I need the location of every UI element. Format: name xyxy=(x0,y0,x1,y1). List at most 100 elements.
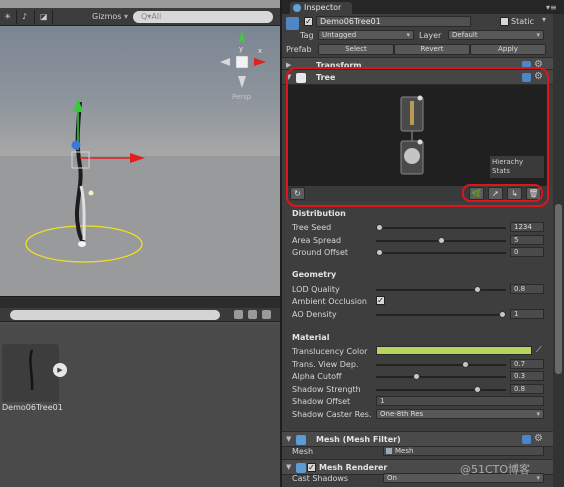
lod-quality-slider[interactable] xyxy=(376,289,506,291)
shadow-strength-label: Shadow Strength xyxy=(292,385,361,394)
mesh-label: Mesh xyxy=(292,447,314,456)
alpha-cutoff-slider[interactable] xyxy=(376,376,506,378)
orientation-z-cone-icon[interactable] xyxy=(238,76,246,88)
inspector-panel: Inspector ▾≡ ✓ Demo06Tree01 Static ▾ Tag… xyxy=(282,0,564,487)
mesh-renderer-title: Mesh Renderer xyxy=(319,463,388,472)
project-toolbar xyxy=(0,308,280,322)
inspector-tabbar: Inspector ▾≡ xyxy=(282,0,564,14)
tag-dropdown[interactable]: Untagged xyxy=(318,30,414,40)
ao-density-slider[interactable] xyxy=(376,314,506,316)
orientation-y-label: y xyxy=(239,45,243,53)
prefab-apply-button[interactable]: Apply xyxy=(470,44,546,55)
mesh-filter-component-header[interactable]: ▼ Mesh (Mesh Filter) ⚙ xyxy=(282,431,564,447)
gameobject-cube-icon xyxy=(286,17,299,30)
effects-toggle-icon[interactable]: ◪ xyxy=(40,11,48,23)
object-name-field[interactable]: Demo06Tree01 xyxy=(316,16,471,27)
trans-view-dep-slider[interactable] xyxy=(376,364,506,366)
prefab-label: Prefab xyxy=(286,45,312,54)
toolbar-separator xyxy=(34,10,35,24)
gizmo-z-handle[interactable] xyxy=(71,140,81,150)
inspector-scrollbar-thumb[interactable] xyxy=(555,204,562,374)
area-spread-field[interactable]: 5 xyxy=(510,234,544,245)
tree-asset-thumbnail[interactable] xyxy=(2,344,59,402)
project-tabbar xyxy=(0,296,280,308)
ground-offset-field[interactable]: 0 xyxy=(510,247,544,257)
tree-seed-slider-thumb[interactable] xyxy=(376,224,383,231)
watermark: @51CTO博客 xyxy=(460,463,531,476)
gizmo-x-arrow-icon[interactable] xyxy=(130,153,145,163)
ambient-occlusion-checkbox[interactable]: ✓ xyxy=(376,296,385,305)
orientation-x-label: x xyxy=(258,47,262,55)
gizmos-dropdown-arrow-icon[interactable]: ▾ xyxy=(124,11,128,23)
scene-viewport[interactable]: y x Persp xyxy=(0,26,280,296)
shadow-offset-field[interactable]: 1 xyxy=(376,396,544,406)
mesh-renderer-enabled-checkbox[interactable]: ✓ xyxy=(307,463,316,472)
orientation-center-cube[interactable] xyxy=(235,55,249,69)
lod-quality-field[interactable]: 0.8 xyxy=(510,284,544,294)
prefab-revert-button[interactable]: Revert xyxy=(394,44,470,55)
ao-density-field[interactable]: 1 xyxy=(510,309,544,319)
scene-view[interactable]: y x Persp ☀ ♪ ◪ Gizmos ▾ Q▾All xyxy=(0,0,280,296)
static-dropdown-arrow-icon[interactable]: ▾ xyxy=(542,15,546,24)
mesh-filter-gear-icon[interactable]: ⚙ xyxy=(534,433,543,444)
orientation-x-cone-icon[interactable] xyxy=(254,58,266,66)
trans-view-dep-slider-thumb[interactable] xyxy=(462,361,470,368)
light-probe-icon xyxy=(88,190,94,196)
tree-trunk-highlight xyxy=(79,185,86,241)
area-spread-slider-thumb[interactable] xyxy=(437,236,445,244)
alpha-cutoff-slider-thumb[interactable] xyxy=(412,373,420,380)
shadow-strength-slider-thumb[interactable] xyxy=(474,386,482,393)
tree-seed-field[interactable]: 1234 xyxy=(510,222,544,232)
active-checkbox[interactable]: ✓ xyxy=(304,17,313,26)
ao-density-slider-thumb[interactable] xyxy=(499,311,506,318)
filter-by-label-icon[interactable] xyxy=(248,310,257,319)
mesh-object-field[interactable]: Mesh xyxy=(383,446,544,456)
layer-label: Layer xyxy=(419,31,442,40)
ground-offset-slider[interactable] xyxy=(376,252,506,254)
tree-base xyxy=(78,241,86,247)
scene-toolbar: ☀ ♪ ◪ Gizmos ▾ Q▾All xyxy=(0,8,280,26)
favorites-icon[interactable] xyxy=(262,310,271,319)
gizmos-dropdown[interactable]: Gizmos xyxy=(92,11,121,23)
color-picker-icon[interactable]: ⟋ xyxy=(536,345,542,355)
highlight-frame-tools xyxy=(462,184,543,202)
tab-inspector-label: Inspector xyxy=(304,3,342,12)
mesh-filter-title: Mesh (Mesh Filter) xyxy=(316,435,401,444)
ground-offset-slider-thumb[interactable] xyxy=(376,249,383,256)
inspector-menu-icon[interactable]: ▾≡ xyxy=(546,3,557,12)
translucency-color-swatch[interactable] xyxy=(376,346,532,355)
orientation-gizmo[interactable]: y x Persp xyxy=(220,30,266,101)
shadow-offset-label: Shadow Offset xyxy=(292,397,351,406)
asset-preview-play-icon[interactable]: ▶ xyxy=(53,363,67,377)
filter-by-type-icon[interactable] xyxy=(234,310,243,319)
orientation-y-cone-icon[interactable] xyxy=(239,30,245,42)
shadow-caster-res-dropdown[interactable]: One-8th Res xyxy=(376,409,544,419)
audio-toggle-icon[interactable]: ♪ xyxy=(22,11,27,23)
tab-inspector[interactable]: Inspector xyxy=(290,2,352,14)
ambient-occlusion-label: Ambient Occlusion xyxy=(292,297,367,306)
area-spread-label: Area Spread xyxy=(292,235,342,245)
project-search-input[interactable] xyxy=(10,310,220,320)
mesh-filter-icon xyxy=(296,435,306,445)
material-title: Material xyxy=(292,333,330,342)
mesh-filter-foldout-icon[interactable]: ▼ xyxy=(286,435,291,443)
scene-search-input[interactable]: Q▾All xyxy=(133,11,273,23)
trans-view-dep-label: Trans. View Dep. xyxy=(292,360,359,369)
tree-seed-slider[interactable] xyxy=(376,227,506,229)
project-panel: ▶ Demo06Tree01 xyxy=(0,296,280,487)
shadow-strength-slider[interactable] xyxy=(376,389,506,391)
mesh-renderer-foldout-icon[interactable]: ▼ xyxy=(286,463,291,471)
distribution-title: Distribution xyxy=(292,209,346,218)
lod-quality-label: LOD Quality xyxy=(292,285,340,294)
mesh-filter-help-icon[interactable] xyxy=(522,435,531,444)
layer-dropdown[interactable]: Default xyxy=(448,30,544,40)
static-checkbox[interactable] xyxy=(500,17,509,26)
orientation-x-neg-cone-icon[interactable] xyxy=(220,58,230,66)
prefab-select-button[interactable]: Select xyxy=(318,44,394,55)
trans-view-dep-field[interactable]: 0.7 xyxy=(510,359,544,369)
scene-top-strip xyxy=(0,0,280,8)
shadow-strength-field[interactable]: 0.8 xyxy=(510,384,544,394)
alpha-cutoff-field[interactable]: 0.3 xyxy=(510,371,544,381)
lod-quality-slider-thumb[interactable] xyxy=(474,286,482,293)
shading-mode-icon[interactable]: ☀ xyxy=(4,11,11,23)
